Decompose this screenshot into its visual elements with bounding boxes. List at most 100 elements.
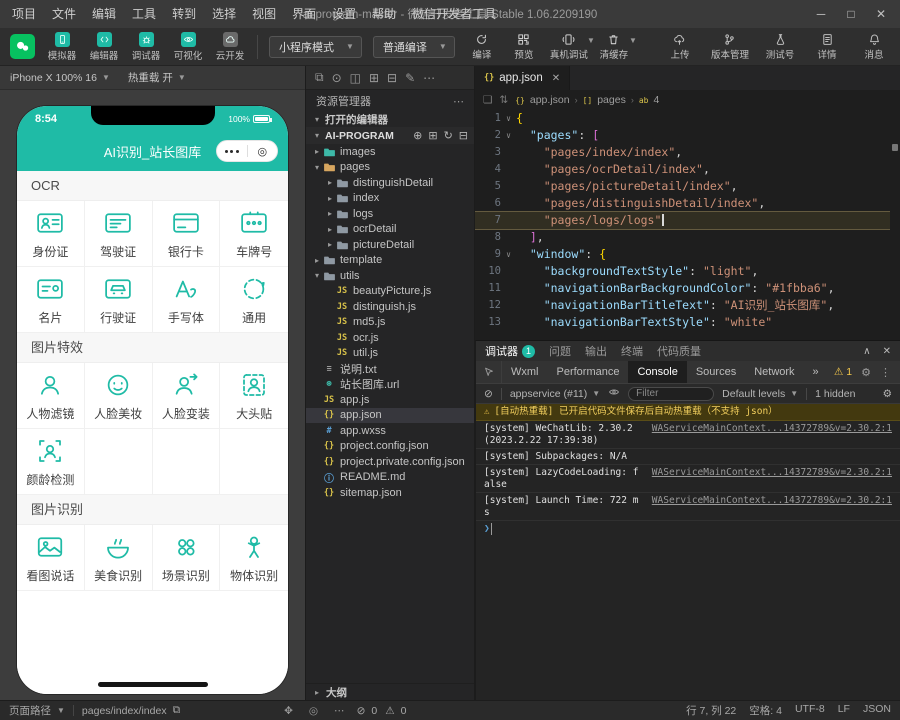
home-target-icon[interactable]: ◎	[248, 145, 278, 158]
tree-item-folder[interactable]: ▸logs	[306, 206, 474, 222]
minimize-button[interactable]: ─	[806, 0, 836, 28]
collapse-all-icon[interactable]: ⊟	[459, 129, 468, 142]
cursor-position[interactable]: 行 7, 列 22	[686, 703, 736, 718]
tree-item-folder[interactable]: ▸images	[306, 144, 474, 160]
eye-icon[interactable]	[608, 386, 620, 401]
upload-button[interactable]: 上传	[664, 33, 696, 61]
clear-console-icon[interactable]: ⊘	[484, 388, 493, 400]
encoding[interactable]: UTF-8	[795, 703, 825, 718]
code-area[interactable]: 1∨{2∨ "pages": [3 "pages/index/index",4 …	[475, 110, 890, 340]
debugger-tab[interactable]: 代码质量	[657, 343, 701, 359]
tree-item-folder[interactable]: ▾utils	[306, 268, 474, 284]
preview-button[interactable]: 预览	[508, 33, 540, 61]
menu-item-4[interactable]: 转到	[164, 0, 204, 28]
devtools-tab-»[interactable]: »	[804, 361, 828, 383]
tree-item-file[interactable]: {}project.private.config.json	[306, 454, 474, 470]
add-panel-icon[interactable]: ⊞	[369, 71, 379, 85]
feature-food[interactable]: 美食识别	[85, 525, 153, 591]
test-account-button[interactable]: 测试号	[764, 33, 796, 61]
feature-object[interactable]: 物体识别	[220, 525, 288, 591]
editor-button[interactable]: 编辑器	[88, 32, 120, 62]
devtools-tab-wxml[interactable]: Wxml	[502, 361, 548, 383]
explorer-more-icon[interactable]: ⋯	[453, 95, 464, 108]
console-settings-icon[interactable]: ⚙	[883, 388, 892, 400]
close-button[interactable]: ✕	[866, 0, 896, 28]
feature-bank-card[interactable]: 银行卡	[153, 201, 221, 267]
more-menu-icon[interactable]	[217, 150, 247, 153]
collapse-panel-icon[interactable]: ∧	[863, 346, 870, 357]
console-log-row[interactable]: [system] LazyCodeLoading: falseWAService…	[476, 465, 900, 493]
copy-icon[interactable]: ⧉	[173, 704, 181, 717]
open-editors-section[interactable]: ▾ 打开的编辑器	[306, 112, 474, 127]
device-dropdown[interactable]: iPhone X 100% 16▼	[10, 72, 110, 84]
code-line-2[interactable]: 2∨ "pages": [	[475, 127, 890, 144]
code-line-13[interactable]: 13 "navigationBarTextStyle": "white"	[475, 314, 890, 331]
feature-scene[interactable]: 场景识别	[153, 525, 221, 591]
indentation[interactable]: 空格: 4	[749, 703, 782, 718]
menu-item-2[interactable]: 编辑	[84, 0, 124, 28]
feature-face-makeup[interactable]: 人脸美妆	[85, 363, 153, 429]
close-tab-icon[interactable]: ✕	[552, 73, 560, 84]
breadcrumb-item[interactable]: pages	[597, 94, 626, 106]
source-link[interactable]: WAServiceMainContext...14372789&v=2.30.2…	[652, 423, 892, 435]
editor-scrollbar[interactable]	[890, 110, 900, 340]
capsule-button[interactable]: ◎	[216, 140, 278, 162]
menu-item-10[interactable]: 微信开发者工具	[404, 0, 504, 28]
fold-icon[interactable]: ∨	[501, 246, 516, 263]
project-root[interactable]: ▾ AI-PROGRAM ⊕ ⊞ ↻ ⊟	[306, 127, 474, 144]
debugger-tab[interactable]: 调试器1	[485, 343, 535, 359]
error-count[interactable]: ⊘0	[357, 705, 378, 717]
compile-mode-dropdown[interactable]: 普通编译▼	[373, 36, 455, 58]
devtools-tab-performance[interactable]: Performance	[548, 361, 629, 383]
context-dropdown[interactable]: appservice (#11)▼	[510, 388, 600, 400]
move-icon[interactable]: ✥	[284, 705, 293, 717]
fold-icon[interactable]: ∨	[501, 110, 516, 127]
bookmark-icon[interactable]: ❏	[483, 94, 492, 106]
feature-age-detect[interactable]: 颜龄检测	[17, 429, 85, 495]
breadcrumb-item[interactable]: 4	[653, 94, 659, 106]
tree-item-file[interactable]: {}app.json	[306, 408, 474, 424]
tree-item-file[interactable]: {}project.config.json	[306, 439, 474, 455]
settings-gear-icon[interactable]: ⚙	[861, 366, 871, 379]
tree-item-folder[interactable]: ▾pages	[306, 160, 474, 176]
device-debug-button[interactable]: 真机调试▼	[550, 33, 588, 61]
feature-vehicle-card[interactable]: 行驶证	[85, 267, 153, 333]
tree-item-file[interactable]: ⓘREADME.md	[306, 470, 474, 486]
code-line-1[interactable]: 1∨{	[475, 110, 890, 127]
console-log-row[interactable]: [system] WeChatLib: 2.30.2 (2023.2.22 17…	[476, 421, 900, 449]
log-levels-dropdown[interactable]: Default levels▼	[722, 388, 798, 400]
menu-item-3[interactable]: 工具	[124, 0, 164, 28]
maximize-button[interactable]: □	[836, 0, 866, 28]
code-line-9[interactable]: 9∨ "window": {	[475, 246, 890, 263]
tree-item-folder[interactable]: ▸template	[306, 253, 474, 269]
language-mode[interactable]: JSON	[863, 703, 891, 718]
code-line-10[interactable]: 10 "backgroundTextStyle": "light",	[475, 263, 890, 280]
code-line-3[interactable]: 3 "pages/index/index",	[475, 144, 890, 161]
code-line-12[interactable]: 12 "navigationBarTitleText": "AI识别_站长图库"…	[475, 297, 890, 314]
outline-section[interactable]: ▸ 大纲	[306, 683, 474, 700]
mode-dropdown[interactable]: 小程序模式▼	[269, 36, 362, 58]
feature-head-sticker[interactable]: 大头贴	[220, 363, 288, 429]
menu-item-8[interactable]: 设置	[324, 0, 364, 28]
tree-item-file[interactable]: JSutil.js	[306, 346, 474, 362]
code-line-4[interactable]: 4 "pages/ocrDetail/index",	[475, 161, 890, 178]
menu-item-6[interactable]: 视图	[244, 0, 284, 28]
hot-reload-toggle[interactable]: 热重载 开▼	[128, 70, 186, 85]
source-link[interactable]: WAServiceMainContext...14372789&v=2.30.2…	[652, 467, 892, 479]
devtools-tab-console[interactable]: Console	[628, 361, 686, 383]
tree-item-file[interactable]: {}sitemap.json	[306, 485, 474, 501]
source-link[interactable]: WAServiceMainContext...14372789&v=2.30.2…	[652, 495, 892, 507]
tree-item-file[interactable]: JSocr.js	[306, 330, 474, 346]
sort-icon[interactable]: ⇅	[499, 94, 508, 106]
details-button[interactable]: 详情	[811, 33, 843, 61]
code-line-11[interactable]: 11 "navigationBarBackgroundColor": "#1fb…	[475, 280, 890, 297]
console-log-row[interactable]: [system] Subpackages: N/A	[476, 449, 900, 465]
feature-name-card[interactable]: 名片	[17, 267, 85, 333]
more-icon[interactable]: ⋯	[423, 71, 435, 85]
code-line-8[interactable]: 8 ],	[475, 229, 890, 246]
feature-id-card[interactable]: 身份证	[17, 201, 85, 267]
fold-icon[interactable]: ∨	[501, 127, 516, 144]
menu-item-0[interactable]: 项目	[4, 0, 44, 28]
clear-cache-button[interactable]: 清缓存▼	[598, 33, 630, 61]
version-button[interactable]: 版本管理	[711, 33, 749, 61]
